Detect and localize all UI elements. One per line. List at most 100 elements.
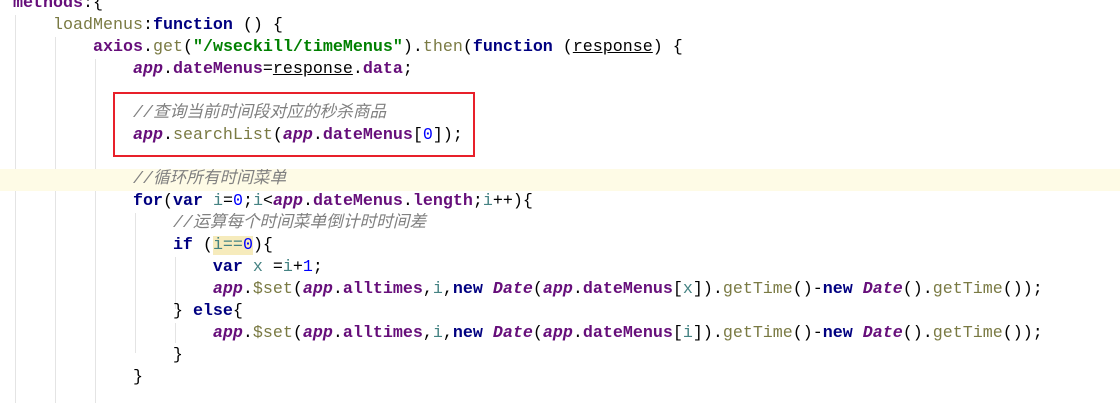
code-token: ){ <box>252 236 273 255</box>
code-token: } <box>172 302 193 321</box>
code-token: < <box>262 192 273 211</box>
code-token: . <box>142 38 153 57</box>
code-token: Date <box>492 280 533 299</box>
code-token: app <box>302 280 333 299</box>
code-token: = <box>262 258 283 277</box>
code-token: { <box>232 302 243 321</box>
code-token: 0 <box>242 236 253 255</box>
code-token: app <box>212 280 243 299</box>
code-token: function <box>472 38 553 57</box>
code-token: getTime <box>932 324 1003 343</box>
code-token: ( <box>162 192 173 211</box>
code-token: Date <box>862 324 903 343</box>
code-token: + <box>292 258 303 277</box>
code-line[interactable]: //循环所有时间菜单 <box>0 169 1120 191</box>
code-line[interactable]: app.$set(app.alltimes,i,new Date(app.dat… <box>0 279 1120 301</box>
code-token: (). <box>902 324 933 343</box>
code-token: ++){ <box>492 192 533 211</box>
code-token: i <box>682 324 693 343</box>
code-token: x <box>252 258 263 277</box>
code-token: } <box>13 346 183 365</box>
code-token: x <box>682 280 693 299</box>
code-token: getTime <box>932 280 1003 299</box>
code-token: response <box>272 60 353 79</box>
code-token: i <box>212 192 223 211</box>
code-token: = <box>222 192 233 211</box>
code-line[interactable]: if (i==0){ <box>0 235 1120 257</box>
code-token: app <box>542 280 573 299</box>
code-token: methods <box>13 0 83 13</box>
code-token: } <box>13 368 143 387</box>
code-line[interactable]: } <box>0 345 1120 367</box>
code-token: data <box>362 60 403 79</box>
code-token: app <box>132 60 163 79</box>
code-token: 0 <box>232 192 243 211</box>
code-token: . <box>332 324 343 343</box>
code-token: ( <box>532 324 543 343</box>
code-line[interactable]: methods:{ <box>0 0 1120 15</box>
code-token: app <box>542 324 573 343</box>
code-token: , <box>422 280 433 299</box>
code-token: $set <box>252 324 293 343</box>
code-token: . <box>572 324 583 343</box>
code-line[interactable]: app.dateMenus=response.data; <box>0 59 1120 81</box>
code-editor[interactable]: methods:{ loadMenus:function () { axios.… <box>0 0 1120 411</box>
code-token: ()- <box>792 280 823 299</box>
code-token: "/wseckill/timeMenus" <box>192 38 403 57</box>
code-token: ; <box>312 258 323 277</box>
code-line[interactable]: ​ <box>0 389 1120 411</box>
code-token: :{ <box>82 0 103 13</box>
code-line[interactable]: } <box>0 367 1120 389</box>
code-token: i <box>482 192 493 211</box>
code-token: . <box>332 280 343 299</box>
code-token: [ <box>672 324 683 343</box>
code-token: , <box>442 280 453 299</box>
code-token: //循环所有时间菜单 <box>132 170 287 189</box>
code-line[interactable]: loadMenus:function () { <box>0 15 1120 37</box>
code-token: [ <box>672 280 683 299</box>
code-line[interactable]: axios.get("/wseckill/timeMenus").then(fu… <box>0 37 1120 59</box>
code-token: dateMenus <box>582 324 673 343</box>
code-token: response <box>572 38 653 57</box>
code-line[interactable]: } else{ <box>0 301 1120 323</box>
code-token: . <box>242 280 253 299</box>
code-line[interactable]: var x =i+1; <box>0 257 1120 279</box>
code-token: . <box>402 192 413 211</box>
code-token: if <box>172 236 193 255</box>
code-line[interactable]: app.$set(app.alltimes,i,new Date(app.dat… <box>0 323 1120 345</box>
code-token: , <box>442 324 453 343</box>
code-line[interactable]: for(var i=0;i<app.dateMenus.length;i++){ <box>0 191 1120 213</box>
code-token: var <box>172 192 203 211</box>
code-token: ). <box>402 38 423 57</box>
code-token: ; <box>242 192 253 211</box>
code-token: app <box>272 192 303 211</box>
code-token: ()); <box>1002 280 1043 299</box>
code-token: for <box>132 192 163 211</box>
highlight-annotation-box <box>113 92 475 157</box>
code-token: ( <box>552 38 573 57</box>
code-token: Date <box>862 280 903 299</box>
code-token: ( <box>182 38 193 57</box>
code-token: ( <box>292 324 303 343</box>
code-token: //运算每个时间菜单倒计时时间差 <box>172 214 427 233</box>
code-token: ) { <box>652 38 683 57</box>
code-token: new <box>452 280 483 299</box>
code-token: getTime <box>722 280 793 299</box>
code-line[interactable]: //运算每个时间菜单倒计时时间差 <box>0 213 1120 235</box>
code-token: . <box>302 192 313 211</box>
code-token: i== <box>212 236 243 255</box>
code-token: ( <box>532 280 543 299</box>
code-token: dateMenus <box>172 60 263 79</box>
code-token: else <box>192 302 233 321</box>
code-token: ( <box>192 236 213 255</box>
